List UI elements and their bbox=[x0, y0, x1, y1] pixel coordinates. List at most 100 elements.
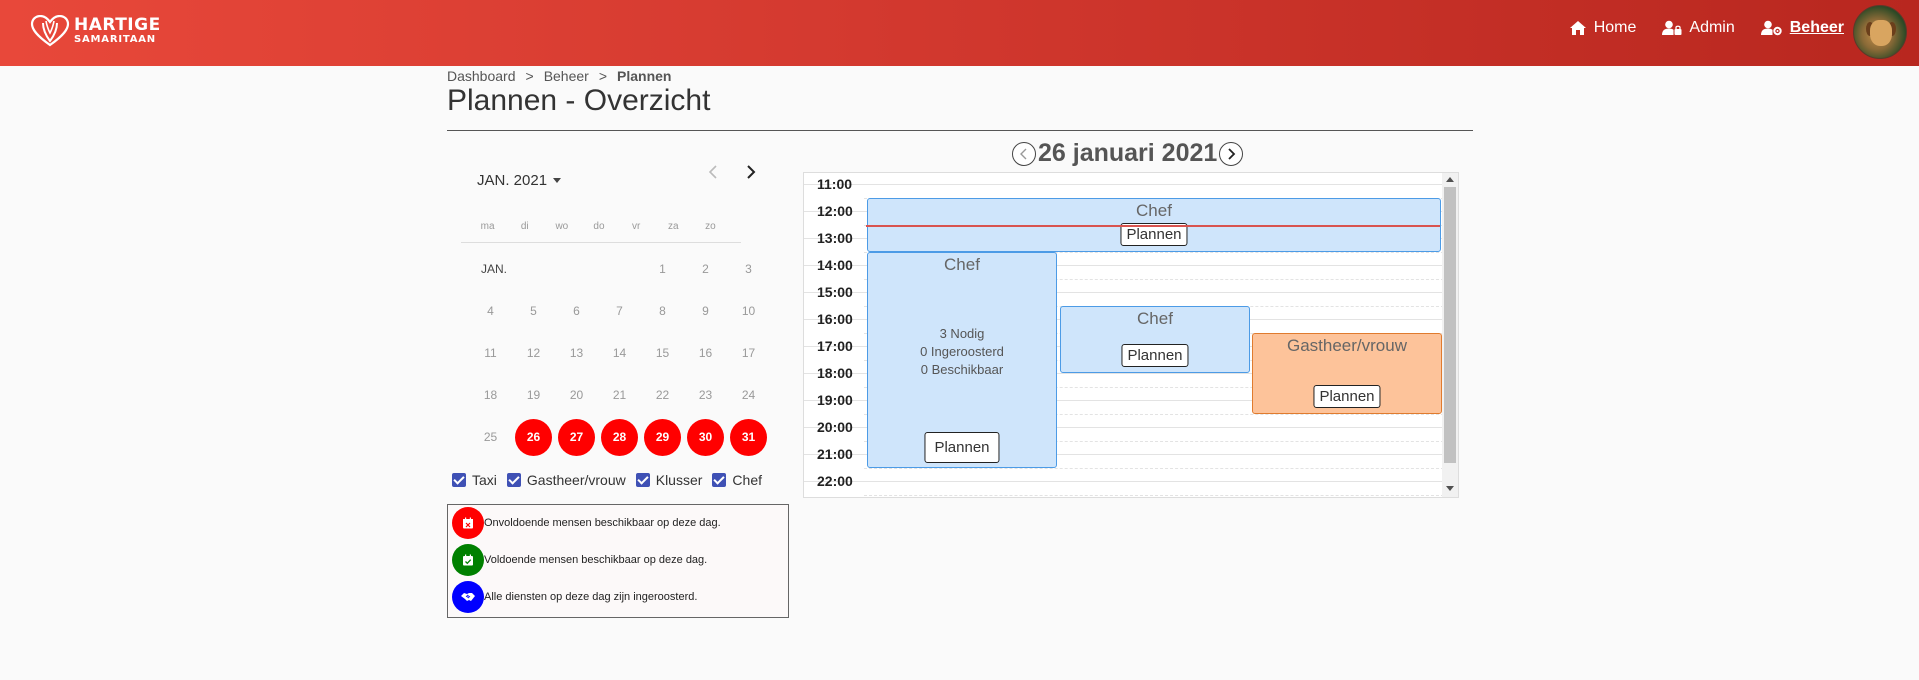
hour-label: 14:00 bbox=[817, 257, 853, 273]
shift-event[interactable]: Chef 3 Nodig 0 Ingeroosterd 0 Beschikbaar Pl… bbox=[867, 251, 1057, 468]
shift-title: Chef bbox=[1137, 308, 1173, 328]
empty-day bbox=[598, 251, 641, 287]
calendar-day[interactable]: 20 bbox=[555, 377, 598, 413]
calendar-day[interactable]: 19 bbox=[512, 377, 555, 413]
caret-down-icon bbox=[553, 178, 562, 183]
calendar-day[interactable]: 24 bbox=[727, 377, 770, 413]
calendar-day[interactable]: 5 bbox=[512, 293, 555, 329]
scroll-down-icon[interactable] bbox=[1446, 486, 1454, 491]
calendar-day[interactable]: 1 bbox=[641, 251, 684, 287]
calendar-day-highlighted[interactable]: 27 bbox=[558, 418, 595, 456]
empty-day bbox=[512, 251, 555, 287]
calendar-day[interactable]: 16 bbox=[684, 335, 727, 371]
plannen-button[interactable]: Plannen bbox=[1121, 344, 1189, 367]
calendar-day[interactable]: 14 bbox=[598, 335, 641, 371]
calendar-day[interactable]: 13 bbox=[555, 335, 598, 371]
checkbox[interactable] bbox=[506, 473, 521, 487]
calendar-x-icon bbox=[463, 517, 473, 529]
day-view-grid: 11:00 12:00 13:00 14:00 15:00 16:00 17:00 18:00… bbox=[803, 172, 1459, 498]
day-view-header: 26 januari 2021 bbox=[1012, 139, 1244, 168]
hour-label: 18:00 bbox=[817, 365, 853, 381]
calendar-day-highlighted[interactable]: 26 bbox=[515, 418, 552, 456]
weekday-header: ma di wo do vr za zo bbox=[469, 221, 729, 232]
legend-text: Alle diensten op deze dag zijn ingeroost… bbox=[484, 591, 698, 603]
nav-beheer[interactable]: Beheer bbox=[1760, 19, 1844, 37]
calendar-day[interactable]: 17 bbox=[727, 335, 770, 371]
calendar-day-highlighted[interactable]: 30 bbox=[687, 418, 724, 456]
next-day-button[interactable] bbox=[1219, 141, 1244, 166]
calendar-day[interactable]: 23 bbox=[684, 377, 727, 413]
checkbox[interactable] bbox=[635, 473, 650, 487]
user-avatar[interactable] bbox=[1853, 5, 1907, 59]
breadcrumb: Dashboard > Beheer > Plannen bbox=[447, 68, 672, 84]
hour-label: 15:00 bbox=[817, 284, 853, 300]
hour-label: 22:00 bbox=[817, 473, 853, 489]
calendar-day[interactable]: 15 bbox=[641, 335, 684, 371]
next-month-icon[interactable] bbox=[742, 163, 758, 181]
calendar-day-highlighted[interactable]: 28 bbox=[601, 418, 638, 456]
chevron-left-icon bbox=[1020, 148, 1027, 159]
shift-title: Chef bbox=[944, 254, 980, 274]
chevron-right-icon bbox=[1228, 147, 1236, 160]
nav-beheer-label: Beheer bbox=[1789, 19, 1844, 36]
breadcrumb-beheer[interactable]: Beheer bbox=[544, 68, 589, 84]
shift-event[interactable]: Gastheer/vrouw Plannen bbox=[1252, 332, 1442, 414]
calendar-day[interactable]: 10 bbox=[727, 293, 770, 329]
shift-event[interactable]: Chef Plannen bbox=[1060, 305, 1250, 373]
brand-line2: SAMARITAAN bbox=[74, 34, 156, 45]
calendar-day[interactable]: 7 bbox=[598, 293, 641, 329]
calendar-day[interactable]: 21 bbox=[598, 377, 641, 413]
hour-label: 16:00 bbox=[817, 311, 853, 327]
month-row-label: JAN. bbox=[481, 262, 508, 276]
nav-home[interactable]: Home bbox=[1569, 19, 1637, 37]
calendar-day[interactable]: 8 bbox=[641, 293, 684, 329]
legend-item-all-scheduled: Alle diensten op deze dag zijn ingeroost… bbox=[452, 581, 697, 613]
filter-klusser[interactable]: Klusser bbox=[635, 472, 702, 488]
scroll-up-icon[interactable] bbox=[1446, 177, 1454, 182]
checkbox[interactable] bbox=[452, 473, 466, 487]
scrollbar-thumb[interactable] bbox=[1444, 187, 1456, 463]
calendar-day[interactable]: 11 bbox=[469, 335, 512, 371]
filter-taxi[interactable]: Taxi bbox=[452, 472, 497, 488]
current-time-indicator bbox=[866, 224, 1440, 227]
avatar-detail bbox=[1870, 20, 1892, 46]
checkbox[interactable] bbox=[712, 473, 727, 487]
calendar-day-cell: 29 bbox=[641, 418, 684, 456]
legend-text: Onvoldoende mensen beschikbaar op deze d… bbox=[484, 517, 721, 529]
filter-label: Chef bbox=[732, 472, 762, 488]
weekday-divider bbox=[461, 242, 741, 243]
month-selector[interactable]: JAN. 2021 bbox=[477, 172, 562, 189]
calendar-day-highlighted[interactable]: 29 bbox=[644, 418, 681, 456]
calendar-day[interactable]: 22 bbox=[641, 377, 684, 413]
calendar-day[interactable]: 12 bbox=[512, 335, 555, 371]
filter-chef[interactable]: Chef bbox=[712, 472, 762, 488]
prev-month-icon[interactable] bbox=[706, 163, 722, 181]
calendar-day[interactable]: 2 bbox=[684, 251, 727, 287]
brand-logo[interactable]: HARTIGE SAMARITAAN bbox=[30, 14, 161, 48]
weekday-label: wo bbox=[555, 221, 569, 232]
calendar-day-cell: 30 bbox=[684, 418, 727, 456]
scrollbar[interactable] bbox=[1442, 173, 1458, 497]
shift-stat-line: 0 Beschikbaar bbox=[920, 361, 1004, 377]
handshake-icon bbox=[461, 593, 475, 601]
calendar-day[interactable]: 3 bbox=[727, 251, 770, 287]
nav-home-label: Home bbox=[1593, 19, 1637, 36]
plannen-button[interactable]: Plannen bbox=[924, 431, 1000, 463]
month-label: JAN. 2021 bbox=[477, 172, 548, 189]
calendar-day[interactable]: 9 bbox=[684, 293, 727, 329]
hour-label: 17:00 bbox=[817, 338, 853, 354]
prev-day-button[interactable] bbox=[1012, 141, 1036, 166]
calendar-day[interactable]: 4 bbox=[469, 293, 512, 329]
plannen-button[interactable]: Plannen bbox=[1313, 384, 1381, 408]
breadcrumb-dashboard[interactable]: Dashboard bbox=[447, 68, 516, 84]
shift-title: Gastheer/vrouw bbox=[1287, 335, 1407, 355]
calendar-day[interactable]: 6 bbox=[555, 293, 598, 329]
filter-gastheer-vrouw[interactable]: Gastheer/vrouw bbox=[506, 472, 626, 488]
nav-admin[interactable]: Admin bbox=[1662, 19, 1735, 37]
calendar-day[interactable]: 18 bbox=[469, 377, 512, 413]
calendar-day[interactable]: 25 bbox=[469, 419, 512, 455]
top-navbar: HARTIGE SAMARITAAN Home Admin Beheer bbox=[0, 0, 1919, 66]
main-nav: Home Admin Beheer bbox=[1543, 0, 1844, 56]
hour-label: 19:00 bbox=[817, 392, 853, 408]
calendar-day-highlighted[interactable]: 31 bbox=[730, 418, 767, 456]
